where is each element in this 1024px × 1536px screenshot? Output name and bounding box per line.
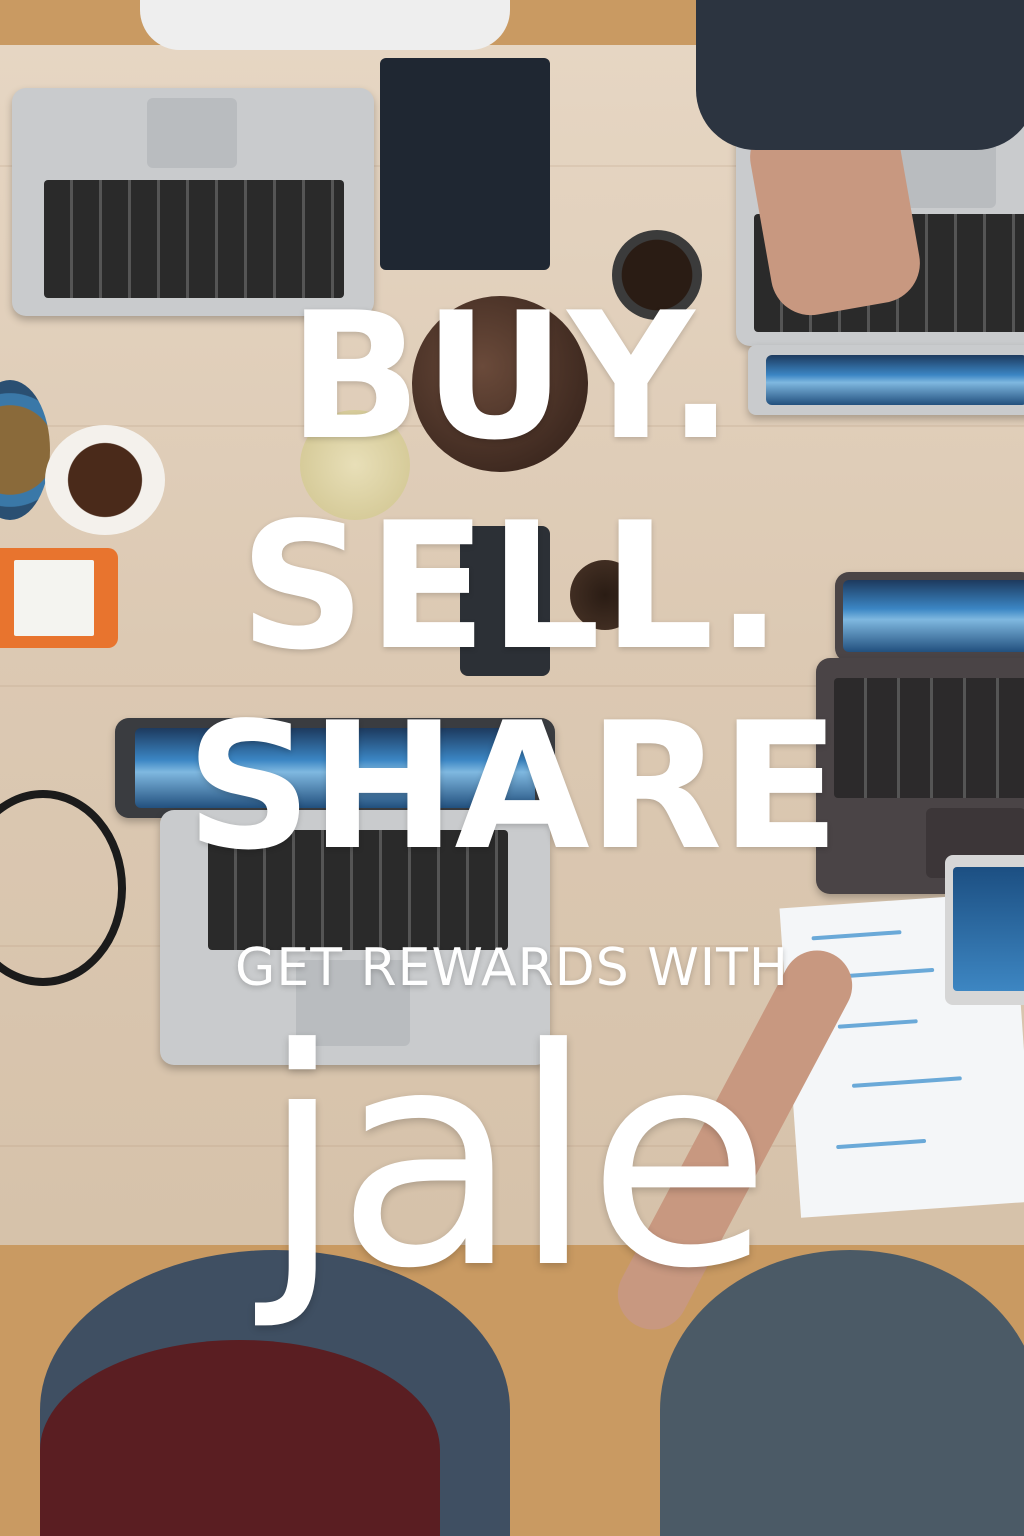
headline-buy: BUY. bbox=[288, 276, 736, 479]
trackpad bbox=[147, 98, 237, 168]
person-top-right bbox=[696, 0, 1024, 150]
chair-top bbox=[140, 0, 510, 50]
notebook bbox=[380, 58, 550, 270]
headline-share: SHARE bbox=[185, 686, 840, 889]
headline-sell: SELL. bbox=[239, 486, 785, 689]
brand-logo: jale bbox=[260, 985, 771, 1334]
